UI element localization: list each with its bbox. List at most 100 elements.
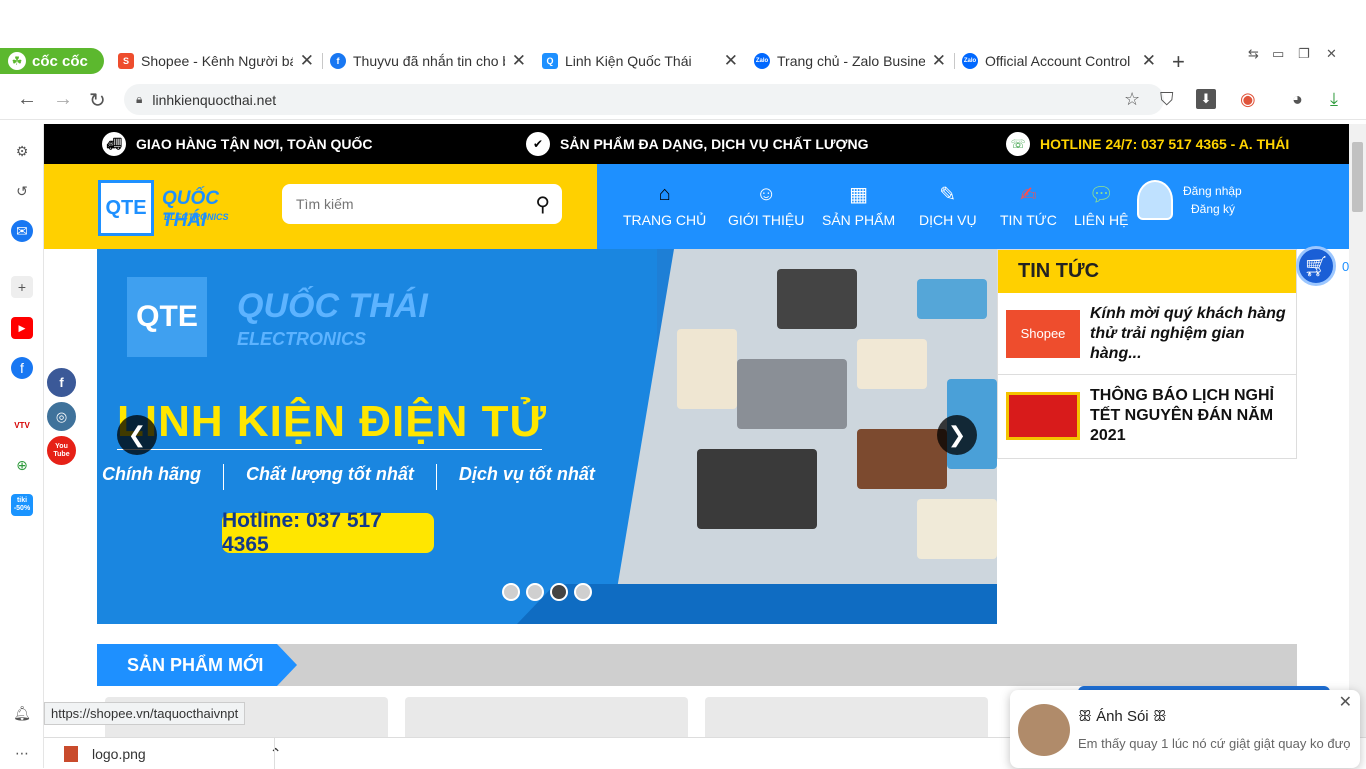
floating-cart[interactable]: 🛒︎ 0 [1296,246,1349,286]
close-tab-icon[interactable]: ✕ [724,51,738,71]
reload-icon[interactable]: ↻ [89,88,106,113]
slider-dot-1[interactable] [502,583,520,601]
chat-notification[interactable]: ꕥ Ánh Sói ꕥ Em thấy quay 1 lúc nó cứ giậ… [1010,690,1360,768]
banner-tags: Chính hãng Chất lượng tốt nhất Dịch vụ t… [102,464,595,490]
tag-separator [222,464,224,490]
news-item[interactable]: Shopee Kính mời quý khách hàng thử trải … [998,293,1296,375]
news-heading: TIN TỨC [998,250,1296,293]
browser-sidebar: ⚙ ↺ ✉ + ▶ f VTV ⊕ tiki -50% 🔔︎ ⋯ [0,124,44,768]
more-options-icon[interactable]: ⋯ [11,742,33,764]
download-video-icon[interactable]: ⬇ [1196,89,1216,109]
coccoc-menu-button[interactable]: ☘ cốc cốc [0,48,104,74]
search-input[interactable] [294,195,514,213]
hotline-text[interactable]: HOTLINE 24/7: 037 517 4365 - A. THÁI [1040,136,1289,152]
tab-shopee[interactable]: S Shopee - Kênh Người bán ✕ [110,46,322,76]
tab-linhkien-active[interactable]: Q Linh Kiện Quốc Thái ✕ [534,46,746,76]
facebook-social-icon[interactable]: f [45,366,78,399]
component-tile [917,499,997,559]
add-sidebar-app-icon[interactable]: + [11,276,33,298]
profile-icon[interactable]: ◕ [1292,89,1303,110]
close-tab-icon[interactable]: ✕ [1142,51,1156,71]
youtube-icon[interactable]: ▶ [11,317,33,339]
site-favicon-icon: Q [542,53,558,69]
slider-prev-button[interactable]: ❮ [117,415,157,455]
minimize-icon[interactable]: ▭ [1272,46,1284,62]
close-tab-icon[interactable]: ✕ [932,51,946,71]
restore-icon[interactable]: ❐ [1298,46,1310,62]
close-icon[interactable]: ✕ [1339,692,1352,712]
nav-news[interactable]: ✍ TIN TỨC [1000,180,1057,229]
search-icon[interactable]: ⚲ [535,192,550,217]
news-title: THÔNG BÁO LỊCH NGHỈ TẾT NGUYÊN ĐÁN NĂM 2… [1090,387,1274,444]
map-pin-icon[interactable]: ⊕ [11,454,33,476]
address-bar[interactable]: 🔒︎ linhkienquocthai.net [124,84,1164,115]
tab-zalo-business[interactable]: Zalo Trang chủ - Zalo Business ✕ [746,46,954,76]
download-item[interactable]: logo.png ⌃ [64,745,281,762]
check-icon: ✔ [526,132,550,156]
scrollbar-thumb[interactable] [1352,142,1363,212]
vtv-icon[interactable]: VTV [11,414,33,436]
smile-icon: ☺ [755,182,777,205]
slider-dot-3[interactable] [550,583,568,601]
nav-about[interactable]: ☺ GIỚI THIỆU [728,180,804,229]
slider-dots [502,583,592,601]
tab-title: Thuyvu đã nhắn tin cho bạn [353,53,505,69]
history-icon[interactable]: ↺ [11,180,33,202]
instagram-social-icon[interactable]: ◎ [45,400,78,433]
truck-icon: 🚚︎ [102,132,126,156]
banner-title: LINH KIỆN ĐIỆN TỬ [117,397,547,446]
login-link[interactable]: Đăng nhập [1183,184,1242,198]
downloads-icon[interactable]: ⤓ [1330,89,1338,110]
close-tab-icon[interactable]: ✕ [300,51,314,71]
slider-dot-2[interactable] [526,583,544,601]
address-url: linhkienquocthai.net [152,91,277,108]
nav-services[interactable]: ✎ DỊCH VỤ [919,180,977,229]
chat-bubble-icon: 💬︎ [1088,183,1114,206]
user-avatar-icon [1137,180,1173,220]
banner-components-photo [617,249,997,589]
product-text: SẢN PHẨM ĐA DẠNG, DỊCH VỤ CHẤT LƯỢNG [560,136,869,152]
register-link[interactable]: Đăng ký [1183,202,1242,216]
extension-icon[interactable]: ◉ [1240,89,1256,110]
close-window-icon[interactable]: ✕ [1326,46,1337,62]
tab-title: Linh Kiện Quốc Thái [565,53,692,69]
nav-contact[interactable]: 💬︎ LIÊN HỆ [1074,180,1129,229]
shield-icon[interactable]: ⛉ [1160,89,1174,110]
back-arrow-icon[interactable]: ← [17,88,37,111]
product-info: ✔ SẢN PHẨM ĐA DẠNG, DỊCH VỤ CHẤT LƯỢNG [526,132,868,156]
tab-facebook[interactable]: f Thuyvu đã nhắn tin cho bạn ✕ [322,46,534,76]
bookmark-star-icon[interactable]: ☆ [1124,89,1140,110]
home-icon: ⌂ [658,182,671,205]
component-tile [917,279,987,319]
youtube-social-icon[interactable]: You Tube [45,434,78,467]
chevron-up-icon[interactable]: ⌃ [270,745,282,762]
tiki-icon[interactable]: tiki -50% [11,494,33,516]
page-scrollbar[interactable] [1349,124,1366,768]
new-tab-button[interactable]: + [1172,49,1185,75]
slider-dot-4[interactable] [574,583,592,601]
nav-products[interactable]: ▦ SẢN PHẨM [822,180,896,229]
tab-zalo-oa[interactable]: Zalo Official Account Control Panel ✕ [954,46,1164,76]
nav-label: SẢN PHẨM [822,212,896,228]
facebook-icon[interactable]: f [11,357,33,379]
nav-home[interactable]: ⌂ TRANG CHỦ [623,180,707,229]
forward-arrow-icon[interactable]: → [53,88,73,111]
zalo-favicon-icon: Zalo [754,53,770,69]
tab-search-icon[interactable]: ⇆ [1248,46,1259,62]
chat-sender-name: ꕥ Ánh Sói ꕥ [1078,708,1167,725]
close-tab-icon[interactable]: ✕ [512,51,526,71]
nav-label: TRANG CHỦ [623,212,707,228]
site-logo[interactable]: QTE QUỐC THÁI ELECTRONICS [98,176,248,238]
slider-next-button[interactable]: ❯ [937,415,977,455]
zalo-favicon-icon: Zalo [962,53,978,69]
search-box: ⚲ [282,184,562,224]
settings-gear-icon[interactable]: ⚙ [11,140,33,162]
tet-thumb-image [1006,392,1080,440]
nav-label: LIÊN HỆ [1074,212,1129,228]
news-item[interactable]: THÔNG BÁO LỊCH NGHỈ TẾT NGUYÊN ĐÁN NĂM 2… [998,375,1296,457]
notification-bell-icon[interactable]: 🔔︎ [11,702,33,724]
news-panel: TIN TỨC Shopee Kính mời quý khách hàng t… [997,249,1297,459]
shopping-cart-icon: 🛒︎ [1296,246,1336,286]
lock-icon: 🔒︎ [136,92,143,106]
messenger-icon[interactable]: ✉ [11,220,33,242]
